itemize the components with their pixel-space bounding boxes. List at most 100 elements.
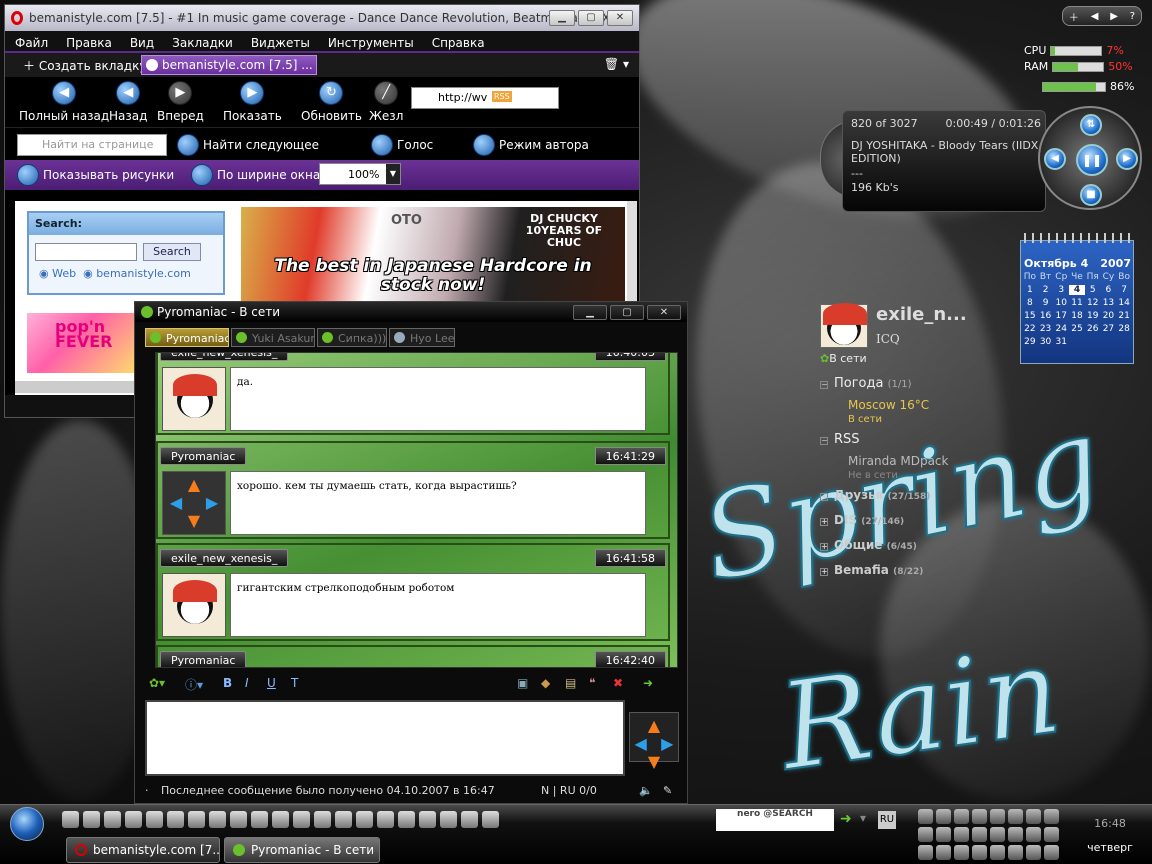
address-field[interactable]: http://wv RSS	[411, 87, 559, 109]
group-bemafia[interactable]: + Bemafia (8/22)	[820, 563, 923, 577]
typing-icon[interactable]: ✎	[663, 784, 672, 797]
calendar-date[interactable]: 24	[1053, 324, 1069, 334]
group-rss[interactable]: − RSS	[820, 432, 860, 447]
opera-icon[interactable]	[230, 811, 247, 828]
calendar-date[interactable]: 26	[1085, 324, 1101, 334]
speaker-icon[interactable]	[936, 827, 951, 842]
underline-icon[interactable]: U	[267, 676, 276, 690]
scope-site[interactable]: bemanistyle.com	[96, 267, 191, 280]
menu-file[interactable]: Файл	[15, 36, 48, 51]
fit-width-button[interactable]: По ширине окна	[191, 164, 320, 186]
tray-icon[interactable]	[1026, 845, 1041, 860]
tray-icon[interactable]	[1008, 845, 1023, 860]
send-file-icon[interactable]: ▤	[565, 676, 576, 690]
calendar-date[interactable]: 16	[1038, 311, 1054, 321]
stop-button[interactable]: ■	[1080, 184, 1102, 206]
new-tab-button[interactable]: ＋ Создать вкладку	[23, 57, 146, 74]
quote-icon[interactable]: ❝	[589, 676, 595, 690]
history-icon[interactable]: ▣	[517, 676, 528, 690]
calendar-date[interactable]: 30	[1038, 337, 1054, 347]
tray-icon[interactable]	[1044, 845, 1059, 860]
calendar-date[interactable]: 4	[1069, 285, 1085, 295]
tray-icon[interactable]	[990, 809, 1005, 824]
wand-button[interactable]: ╱ Жезл	[369, 81, 403, 123]
menu-widgets[interactable]: Виджеты	[251, 36, 310, 51]
collapse-icon[interactable]: −	[820, 381, 828, 389]
calendar-date[interactable]: 5	[1085, 285, 1101, 295]
maximize-button[interactable]: ▢	[578, 10, 604, 26]
tray-icon[interactable]	[918, 809, 933, 824]
prev-icon[interactable]: ◀	[1091, 11, 1099, 22]
show-images-button[interactable]: Показывать рисунки	[17, 164, 174, 186]
calendar-date[interactable]: 6	[1101, 285, 1117, 295]
tray-icon[interactable]	[1026, 827, 1041, 842]
rss-icon[interactable]: RSS	[492, 91, 512, 102]
collapse-icon[interactable]: −	[820, 437, 828, 445]
steam-icon[interactable]	[293, 811, 310, 828]
tray-icon[interactable]	[954, 809, 969, 824]
chat-titlebar[interactable]: Pyromaniac - В сети ▁ ▢ ✕	[135, 302, 687, 322]
calendar-date[interactable]: 28	[1116, 324, 1132, 334]
gamepad-icon[interactable]	[62, 811, 79, 828]
own-status[interactable]: ✿В сети	[820, 352, 867, 365]
network-icon[interactable]	[314, 811, 331, 828]
group-dis[interactable]: + DIS (27/146)	[820, 513, 904, 527]
browser-icon[interactable]	[440, 811, 457, 828]
diamond-icon[interactable]	[146, 811, 163, 828]
calendar-date[interactable]: 31	[1053, 337, 1069, 347]
calendar-date[interactable]: 17	[1053, 311, 1069, 321]
calendar-date[interactable]: 12	[1085, 298, 1101, 308]
globe-icon[interactable]	[167, 811, 184, 828]
close-tab-icon[interactable]: ✖	[613, 676, 623, 690]
info-icon[interactable]	[272, 811, 289, 828]
go-arrow-icon[interactable]: ➜	[840, 811, 852, 827]
bold-icon[interactable]: B	[223, 676, 232, 690]
voice-button[interactable]: Голос	[371, 134, 433, 156]
group-friends[interactable]: + Друзья (27/158)	[820, 488, 930, 502]
media-icon[interactable]	[125, 811, 142, 828]
tray-icon[interactable]	[1026, 809, 1041, 824]
shuffle-button[interactable]: ⇅	[1080, 114, 1102, 136]
tray-icon[interactable]	[954, 827, 969, 842]
mail-icon[interactable]	[209, 811, 226, 828]
tab-bemanistyle[interactable]: bemanistyle.com [7.5] ...	[141, 55, 317, 75]
app-icon[interactable]	[251, 811, 268, 828]
calendar-date[interactable]: 25	[1069, 324, 1085, 334]
tray-icon[interactable]	[918, 827, 933, 842]
italic-icon[interactable]: I	[245, 676, 249, 690]
calendar-date[interactable]: 10	[1053, 298, 1069, 308]
folder-icon[interactable]	[104, 811, 121, 828]
menu-help[interactable]: Справка	[432, 36, 485, 51]
tray-icon[interactable]	[936, 845, 951, 860]
show-button[interactable]: ▶ Показать	[223, 81, 282, 123]
nero-search-box[interactable]: nero @SEARCH	[716, 809, 834, 831]
back-button[interactable]: ◀ Назад	[109, 81, 147, 123]
ad-banner[interactable]: OTO DJ CHUCKY 10YEARS OF CHUC The best i…	[241, 207, 625, 301]
calendar-date[interactable]: 18	[1069, 311, 1085, 321]
message-log[interactable]: exile_new_xenesis_ 16:40:03 да. Pyromani…	[155, 352, 678, 668]
group-weather[interactable]: − Погода (1/1)	[820, 376, 912, 391]
tray-icon[interactable]	[972, 809, 987, 824]
calendar-date[interactable]: 22	[1022, 324, 1038, 334]
tray-icon[interactable]	[1008, 827, 1023, 842]
tray-icon[interactable]	[990, 845, 1005, 860]
tray-icon[interactable]	[1008, 809, 1023, 824]
menu-edit[interactable]: Правка	[66, 36, 112, 51]
calendar-date[interactable]: 8	[1022, 298, 1038, 308]
tab-sinka[interactable]: Сипка)))	[317, 328, 387, 347]
calendar-date[interactable]: 29	[1022, 337, 1038, 347]
close-button[interactable]: ✕	[607, 10, 633, 26]
search-options-icon[interactable]: ▾	[860, 811, 866, 825]
maximize-button[interactable]: ▢	[610, 305, 644, 320]
tab-yuki-asakura[interactable]: Yuki Asakura	[231, 328, 315, 347]
tab-hyo-lee[interactable]: Hyo Lee	[389, 328, 455, 347]
menu-tools[interactable]: Инструменты	[328, 36, 414, 51]
settings-icon[interactable]	[83, 811, 100, 828]
calendar-date[interactable]: 9	[1038, 298, 1054, 308]
calendar-date[interactable]: 2	[1038, 285, 1054, 295]
site-search-button[interactable]: Search	[143, 243, 201, 261]
calendar-date[interactable]: 11	[1069, 298, 1085, 308]
reload-button[interactable]: ↻ Обновить	[301, 81, 362, 123]
scope-web[interactable]: Web	[52, 267, 76, 280]
taskbar-miranda[interactable]: Pyromaniac - В сети	[224, 837, 380, 863]
